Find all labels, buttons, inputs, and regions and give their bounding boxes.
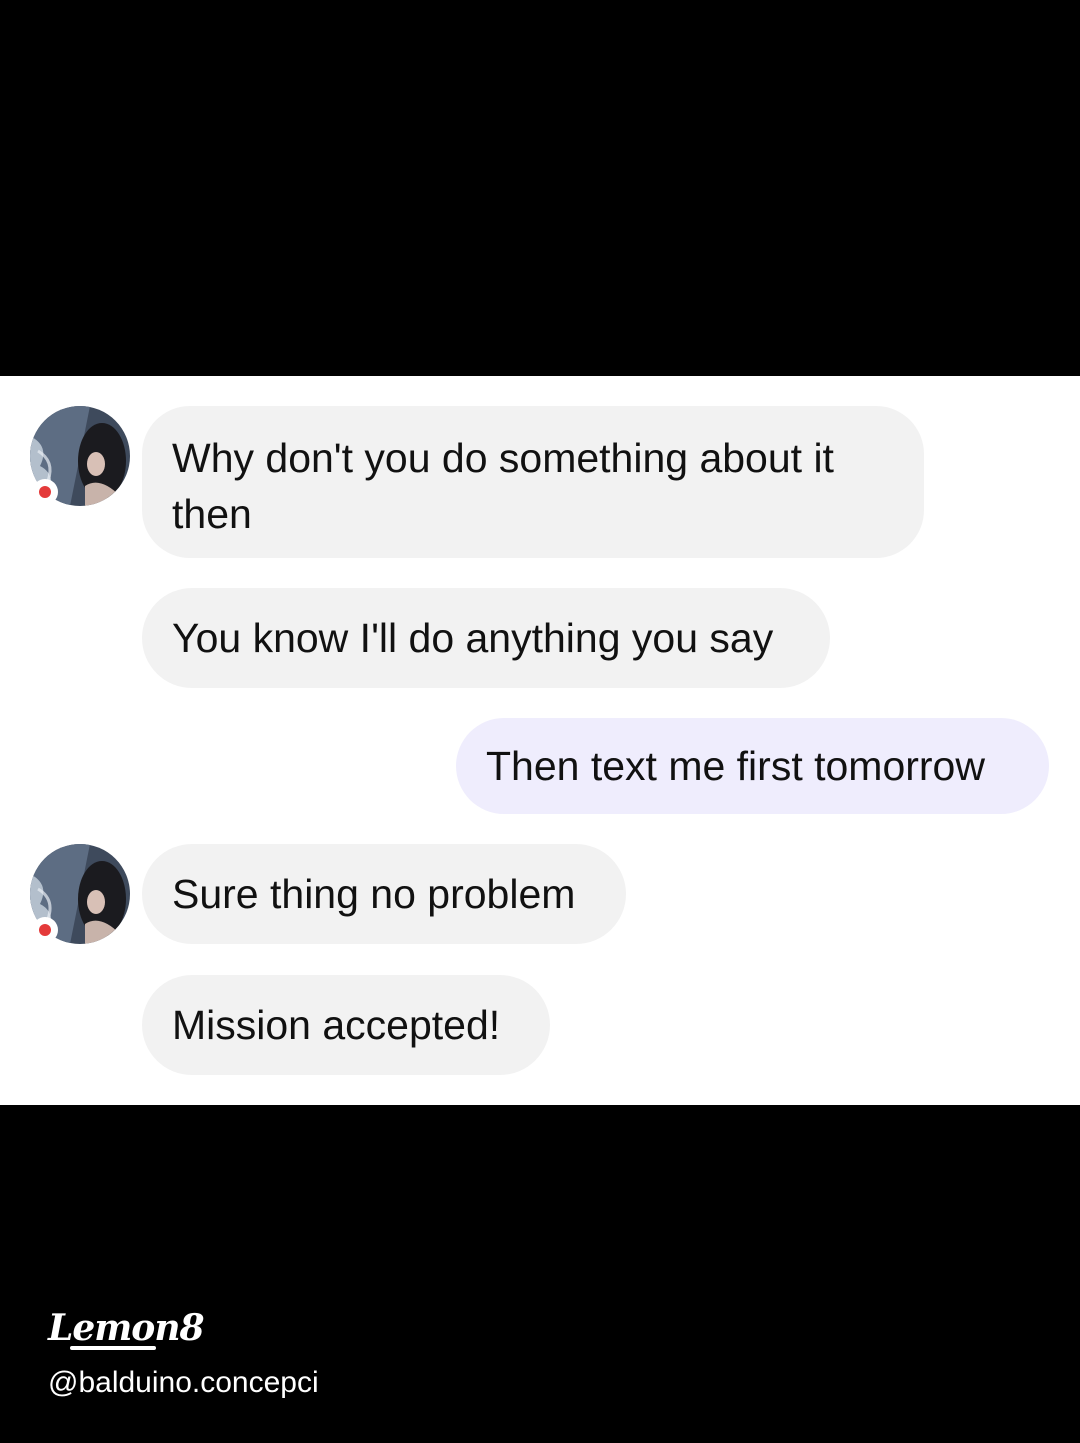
message-text: Then text me first tomorrow <box>486 743 985 789</box>
top-black-band <box>0 0 1080 376</box>
watermark: Lemon8 @balduino.concepci <box>48 1308 319 1400</box>
message-text: Sure thing no problem <box>172 871 576 917</box>
online-status-dot <box>32 917 58 943</box>
chat-panel: Why don't you do something about it then… <box>0 376 1080 1105</box>
message-text: Mission accepted! <box>172 1002 501 1048</box>
message-bubble-incoming[interactable]: Mission accepted! <box>142 975 550 1075</box>
lemon8-logo: Lemon8 <box>48 1307 205 1349</box>
message-bubble-incoming[interactable]: Why don't you do something about it then <box>142 406 924 558</box>
message-bubble-incoming[interactable]: You know I'll do anything you say <box>142 588 830 688</box>
online-status-dot <box>32 479 58 505</box>
message-text-line: then <box>172 491 252 537</box>
message-bubble-outgoing[interactable]: Then text me first tomorrow <box>456 718 1049 814</box>
creator-handle: @balduino.concepci <box>48 1366 319 1399</box>
message-text-line: Why don't you do something about it <box>172 435 834 481</box>
message-text: You know I'll do anything you say <box>172 615 774 661</box>
message-bubble-incoming[interactable]: Sure thing no problem <box>142 844 626 944</box>
